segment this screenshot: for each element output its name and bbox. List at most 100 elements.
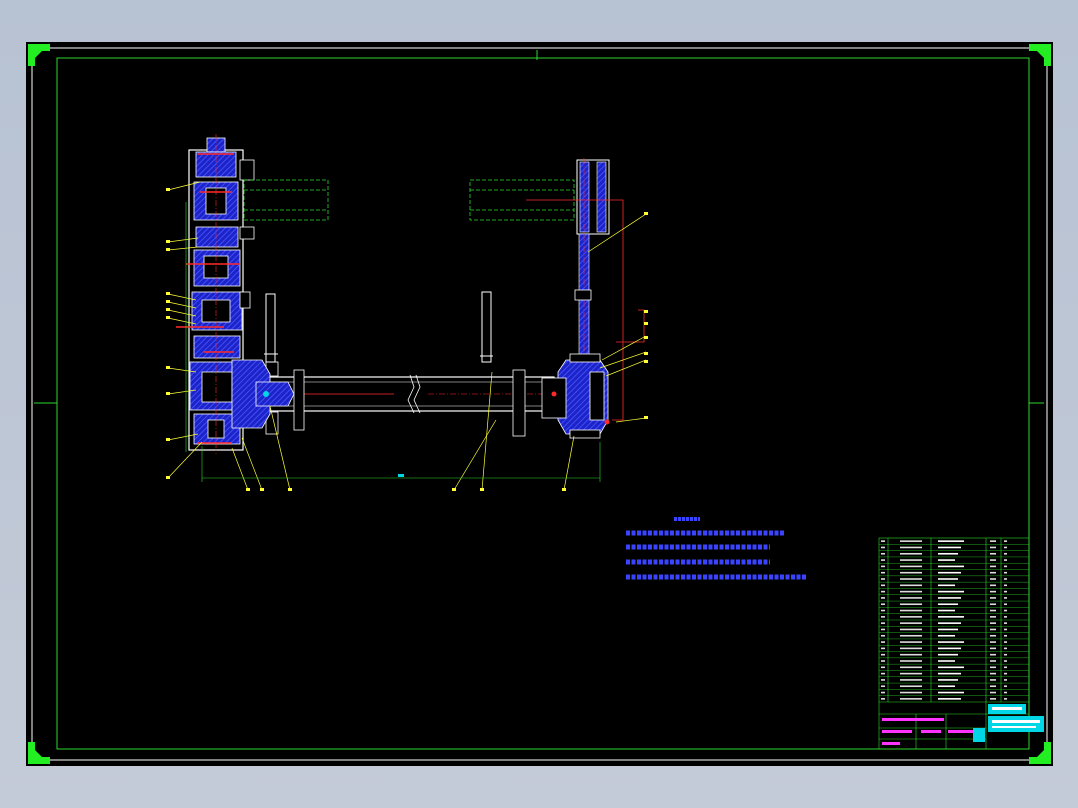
parts-row-glyph <box>938 552 958 555</box>
parts-row-glyph <box>990 698 996 700</box>
parts-row-glyph <box>900 565 922 568</box>
parts-row-glyph <box>1004 571 1007 574</box>
left-bevel-housing <box>231 359 295 429</box>
parts-row-glyph <box>990 597 996 599</box>
parts-row-glyph <box>881 628 885 631</box>
parts-row-glyph <box>938 571 961 574</box>
parts-row-glyph <box>900 552 922 555</box>
parts-row-glyph <box>938 653 958 656</box>
parts-row-glyph <box>938 672 961 675</box>
parts-row-glyph <box>900 666 922 669</box>
parts-row-glyph <box>881 634 885 637</box>
parts-row-glyph <box>900 571 922 574</box>
parts-row-glyph <box>990 565 996 568</box>
parts-row-glyph <box>881 590 885 593</box>
parts-row-glyph <box>900 634 922 637</box>
parts-row-glyph <box>990 666 996 669</box>
parts-row-glyph <box>1004 685 1007 688</box>
parts-row-glyph <box>938 616 964 618</box>
parts-row-glyph <box>990 685 996 688</box>
parts-row-glyph <box>990 540 996 542</box>
parts-row-glyph <box>881 552 885 555</box>
parts-row-glyph <box>990 546 996 549</box>
parts-row-glyph <box>938 609 955 612</box>
parts-row-glyph <box>938 559 955 561</box>
parts-row-glyph <box>990 691 996 694</box>
parts-row-glyph <box>900 685 922 688</box>
parts-row-glyph <box>1004 616 1007 618</box>
parts-row-glyph <box>1004 672 1007 675</box>
parts-row-glyph <box>990 559 996 561</box>
parts-row-glyph <box>1004 622 1007 624</box>
parts-list-rows <box>879 540 1029 700</box>
parts-row-glyph <box>938 603 958 606</box>
parts-row-glyph <box>881 622 885 624</box>
parts-row-glyph <box>938 698 961 700</box>
parts-row-glyph <box>938 685 955 688</box>
parts-row-glyph <box>1004 647 1007 650</box>
parts-row-glyph <box>900 679 922 681</box>
dimension-lines <box>185 202 601 482</box>
parts-row-glyph <box>1004 628 1007 631</box>
parts-row-glyph <box>990 647 996 650</box>
parts-row-glyph <box>990 552 996 555</box>
parts-row-glyph <box>938 641 964 643</box>
parts-row-glyph <box>900 698 922 700</box>
parts-row-glyph <box>900 616 922 618</box>
parts-row-glyph <box>900 590 922 593</box>
parts-row-glyph <box>881 546 885 549</box>
parts-row-glyph <box>990 634 996 637</box>
parts-row-glyph <box>990 679 996 681</box>
drawing-title-box <box>973 704 1044 742</box>
parts-row-glyph <box>881 559 885 561</box>
title-block-magenta <box>882 718 978 745</box>
parts-row-glyph <box>900 628 922 631</box>
parts-row-glyph <box>881 698 885 700</box>
cad-viewer[interactable] <box>0 0 1078 808</box>
outer-border <box>31 47 1048 761</box>
parts-row-glyph <box>1004 660 1007 662</box>
parts-row-glyph <box>938 597 961 599</box>
parts-row-glyph <box>1004 584 1007 587</box>
parts-row-glyph <box>1004 578 1007 580</box>
right-bevel-housing <box>541 353 610 439</box>
parts-row-glyph <box>938 622 961 624</box>
parts-row-glyph <box>1004 565 1007 568</box>
drawing-sheet <box>26 42 1053 766</box>
parts-row-glyph <box>1004 634 1007 637</box>
parts-row-glyph <box>938 628 958 631</box>
parts-row-glyph <box>990 660 996 662</box>
parts-row-glyph <box>881 653 885 656</box>
parts-row-glyph <box>938 666 964 669</box>
parts-row-glyph <box>881 641 885 643</box>
parts-row-glyph <box>900 660 922 662</box>
parts-row-glyph <box>1004 666 1007 669</box>
parts-row-glyph <box>881 616 885 618</box>
parts-row-glyph <box>990 578 996 580</box>
parts-row-glyph <box>881 691 885 694</box>
parts-row-glyph <box>900 641 922 643</box>
parts-row-glyph <box>1004 653 1007 656</box>
parts-row-glyph <box>990 653 996 656</box>
parts-row-glyph <box>990 622 996 624</box>
parts-row-glyph <box>900 540 922 542</box>
shaft-guides <box>243 179 575 221</box>
parts-row-glyph <box>881 540 885 542</box>
parts-row-glyph <box>900 691 922 694</box>
parts-row-glyph <box>900 653 922 656</box>
parts-row-glyph <box>881 565 885 568</box>
parts-row-glyph <box>881 666 885 669</box>
parts-row-glyph <box>900 609 922 612</box>
parts-row-glyph <box>900 546 922 549</box>
parts-row-glyph <box>938 546 961 549</box>
parts-row-glyph <box>1004 597 1007 599</box>
parts-row-glyph <box>900 559 922 561</box>
parts-row-glyph <box>1004 559 1007 561</box>
parts-row-glyph <box>1004 546 1007 549</box>
parts-row-glyph <box>900 578 922 580</box>
parts-row-glyph <box>938 660 955 662</box>
parts-row-glyph <box>881 679 885 681</box>
parts-row-glyph <box>938 634 955 637</box>
corner-marker-icon <box>28 44 1051 764</box>
parts-row-glyph <box>938 647 961 650</box>
